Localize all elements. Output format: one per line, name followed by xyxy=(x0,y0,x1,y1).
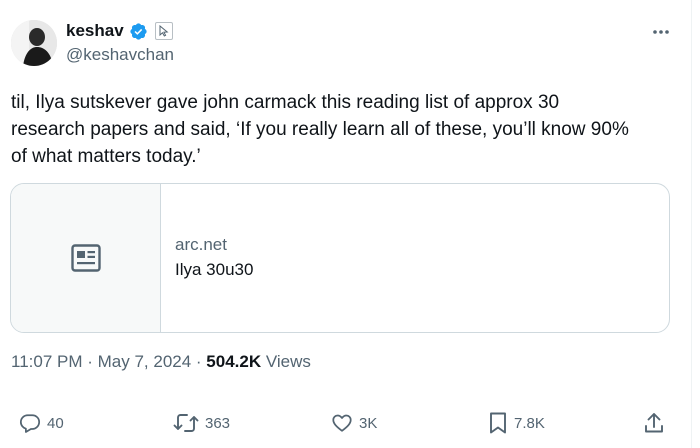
more-icon xyxy=(653,30,669,34)
tweet-time[interactable]: 11:07 PM xyxy=(11,352,83,372)
views-label: Views xyxy=(265,352,311,371)
repost-icon xyxy=(173,414,199,432)
like-button[interactable]: 3K xyxy=(331,408,377,438)
meta-separator: · xyxy=(191,352,207,371)
tweet-text: til, Ilya sutskever gave john carmack th… xyxy=(11,92,629,167)
bookmark-count: 7.8K xyxy=(514,414,545,432)
card-title[interactable]: Ilya 30u30 xyxy=(175,259,253,281)
bookmark-button[interactable]: 7.8K xyxy=(488,408,545,438)
meta-separator: · xyxy=(82,352,98,371)
more-options-button[interactable] xyxy=(648,22,674,42)
like-count: 3K xyxy=(359,414,378,432)
article-icon xyxy=(70,244,101,272)
card-domain: arc.net xyxy=(175,235,227,254)
share-button[interactable] xyxy=(643,408,665,438)
author-row: keshav xyxy=(66,19,173,43)
reply-icon xyxy=(19,414,41,433)
heart-icon xyxy=(332,414,352,432)
card-body: arc.net Ilya 30u30 xyxy=(161,184,253,332)
cursor-icon xyxy=(154,22,173,40)
tweet-meta: 11:07 PM · May 7, 2024 · 504.2K Views xyxy=(11,352,311,372)
avatar[interactable] xyxy=(11,20,57,66)
column-border xyxy=(691,0,692,448)
verified-badge-icon xyxy=(129,22,148,41)
repost-count: 363 xyxy=(205,414,231,432)
repost-button[interactable]: 363 xyxy=(173,408,230,438)
card-thumbnail xyxy=(11,184,161,332)
reply-button[interactable]: 40 xyxy=(19,408,64,438)
display-name[interactable]: keshav xyxy=(66,21,124,41)
bookmark-icon xyxy=(490,412,506,434)
author-handle[interactable]: @keshavchan xyxy=(66,45,174,65)
reply-count: 40 xyxy=(47,414,64,432)
share-icon xyxy=(645,413,663,433)
link-card[interactable]: arc.net Ilya 30u30 xyxy=(10,183,670,333)
views-count[interactable]: 504.2K xyxy=(206,352,261,372)
tweet-date[interactable]: May 7, 2024 xyxy=(98,352,192,372)
action-bar: 40 363 3K 7.8K xyxy=(0,408,700,438)
